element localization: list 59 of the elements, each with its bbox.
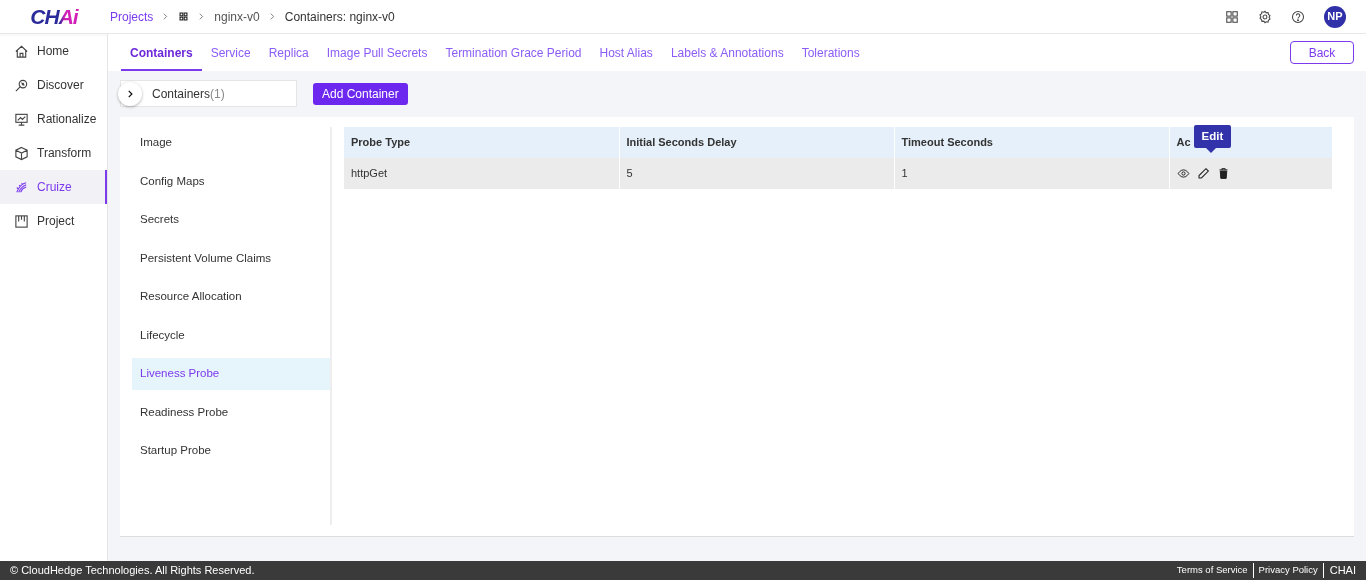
breadcrumb-link[interactable]: Projects — [110, 7, 154, 26]
containers-label: Containers(1) — [152, 85, 225, 103]
tab[interactable]: Labels & Annotations — [661, 34, 793, 71]
section-item[interactable]: Config Maps — [132, 165, 330, 198]
table-cell: 5 — [619, 158, 894, 189]
sidebar-item[interactable]: Transform — [0, 136, 107, 170]
footer-brand: CHAI — [1328, 563, 1356, 579]
chevron-icon — [197, 12, 207, 21]
column-header: Timeout Seconds — [894, 127, 1169, 158]
tab[interactable]: Termination Grace Period — [436, 34, 591, 71]
column-header: Ac Edit — [1169, 127, 1333, 158]
cube-icon — [14, 145, 29, 161]
section-item[interactable]: Image — [132, 127, 330, 159]
sidebar-item[interactable]: Discover — [0, 68, 107, 102]
eye-icon — [1176, 167, 1190, 180]
footer-link[interactable]: Terms of Service — [1171, 563, 1254, 578]
table-cell: httpGet — [344, 158, 619, 189]
user-avatar[interactable]: NP — [1324, 5, 1346, 28]
sidebar-item[interactable]: Project — [0, 204, 107, 238]
section-item[interactable]: Lifecycle — [132, 319, 330, 352]
back-button[interactable]: Back — [1290, 41, 1354, 64]
sidebar-item[interactable]: Cruize — [0, 170, 107, 204]
column-header: Initial Seconds Delay — [619, 127, 894, 158]
sidebar-item[interactable]: Rationalize — [0, 102, 107, 136]
trash-icon — [1216, 167, 1230, 180]
pencil-icon — [1196, 167, 1210, 180]
breadcrumb-current: Containers: nginx-v0 — [284, 8, 395, 26]
section-item[interactable]: Persistent Volume Claims — [132, 242, 330, 275]
tab[interactable]: Replica — [259, 34, 318, 71]
chart-board-icon — [14, 111, 29, 127]
column-header: Probe Type — [344, 127, 619, 158]
magnifier-icon — [14, 77, 29, 93]
table-cell: 1 — [894, 158, 1169, 189]
grid-icon — [178, 11, 190, 22]
section-item[interactable]: Liveness Probe — [132, 358, 330, 390]
add-container-button[interactable]: Add Container — [313, 82, 408, 105]
home-icon — [14, 43, 29, 59]
tab[interactable]: Image Pull Secrets — [317, 34, 437, 71]
section-item[interactable]: Resource Allocation — [132, 281, 330, 313]
tab[interactable]: Containers — [121, 34, 202, 71]
apps-icon — [1225, 9, 1239, 24]
board-icon — [14, 213, 29, 229]
chevron-icon — [125, 89, 135, 99]
fingerprint-icon — [14, 179, 29, 195]
expand-button[interactable] — [118, 82, 142, 106]
help-icon — [1291, 9, 1305, 24]
footer-link[interactable]: Privacy Policy — [1253, 563, 1324, 578]
tab[interactable]: Host Alias — [590, 34, 662, 71]
chevron-icon — [161, 12, 171, 21]
section-item[interactable]: Startup Probe — [132, 435, 330, 467]
container-selector[interactable]: Containers(1) — [120, 80, 297, 107]
tab[interactable]: Tolerations — [792, 34, 869, 71]
tab[interactable]: Service — [201, 34, 260, 71]
section-item[interactable]: Secrets — [132, 204, 330, 236]
sidebar-item[interactable]: Home — [0, 34, 107, 68]
breadcrumb-item[interactable]: nginx-v0 — [214, 7, 260, 26]
section-item[interactable]: Readiness Probe — [132, 396, 330, 429]
settings-icon — [1258, 9, 1272, 24]
copyright-text: © CloudHedge Technologies. All Rights Reserved. — [10, 563, 255, 579]
